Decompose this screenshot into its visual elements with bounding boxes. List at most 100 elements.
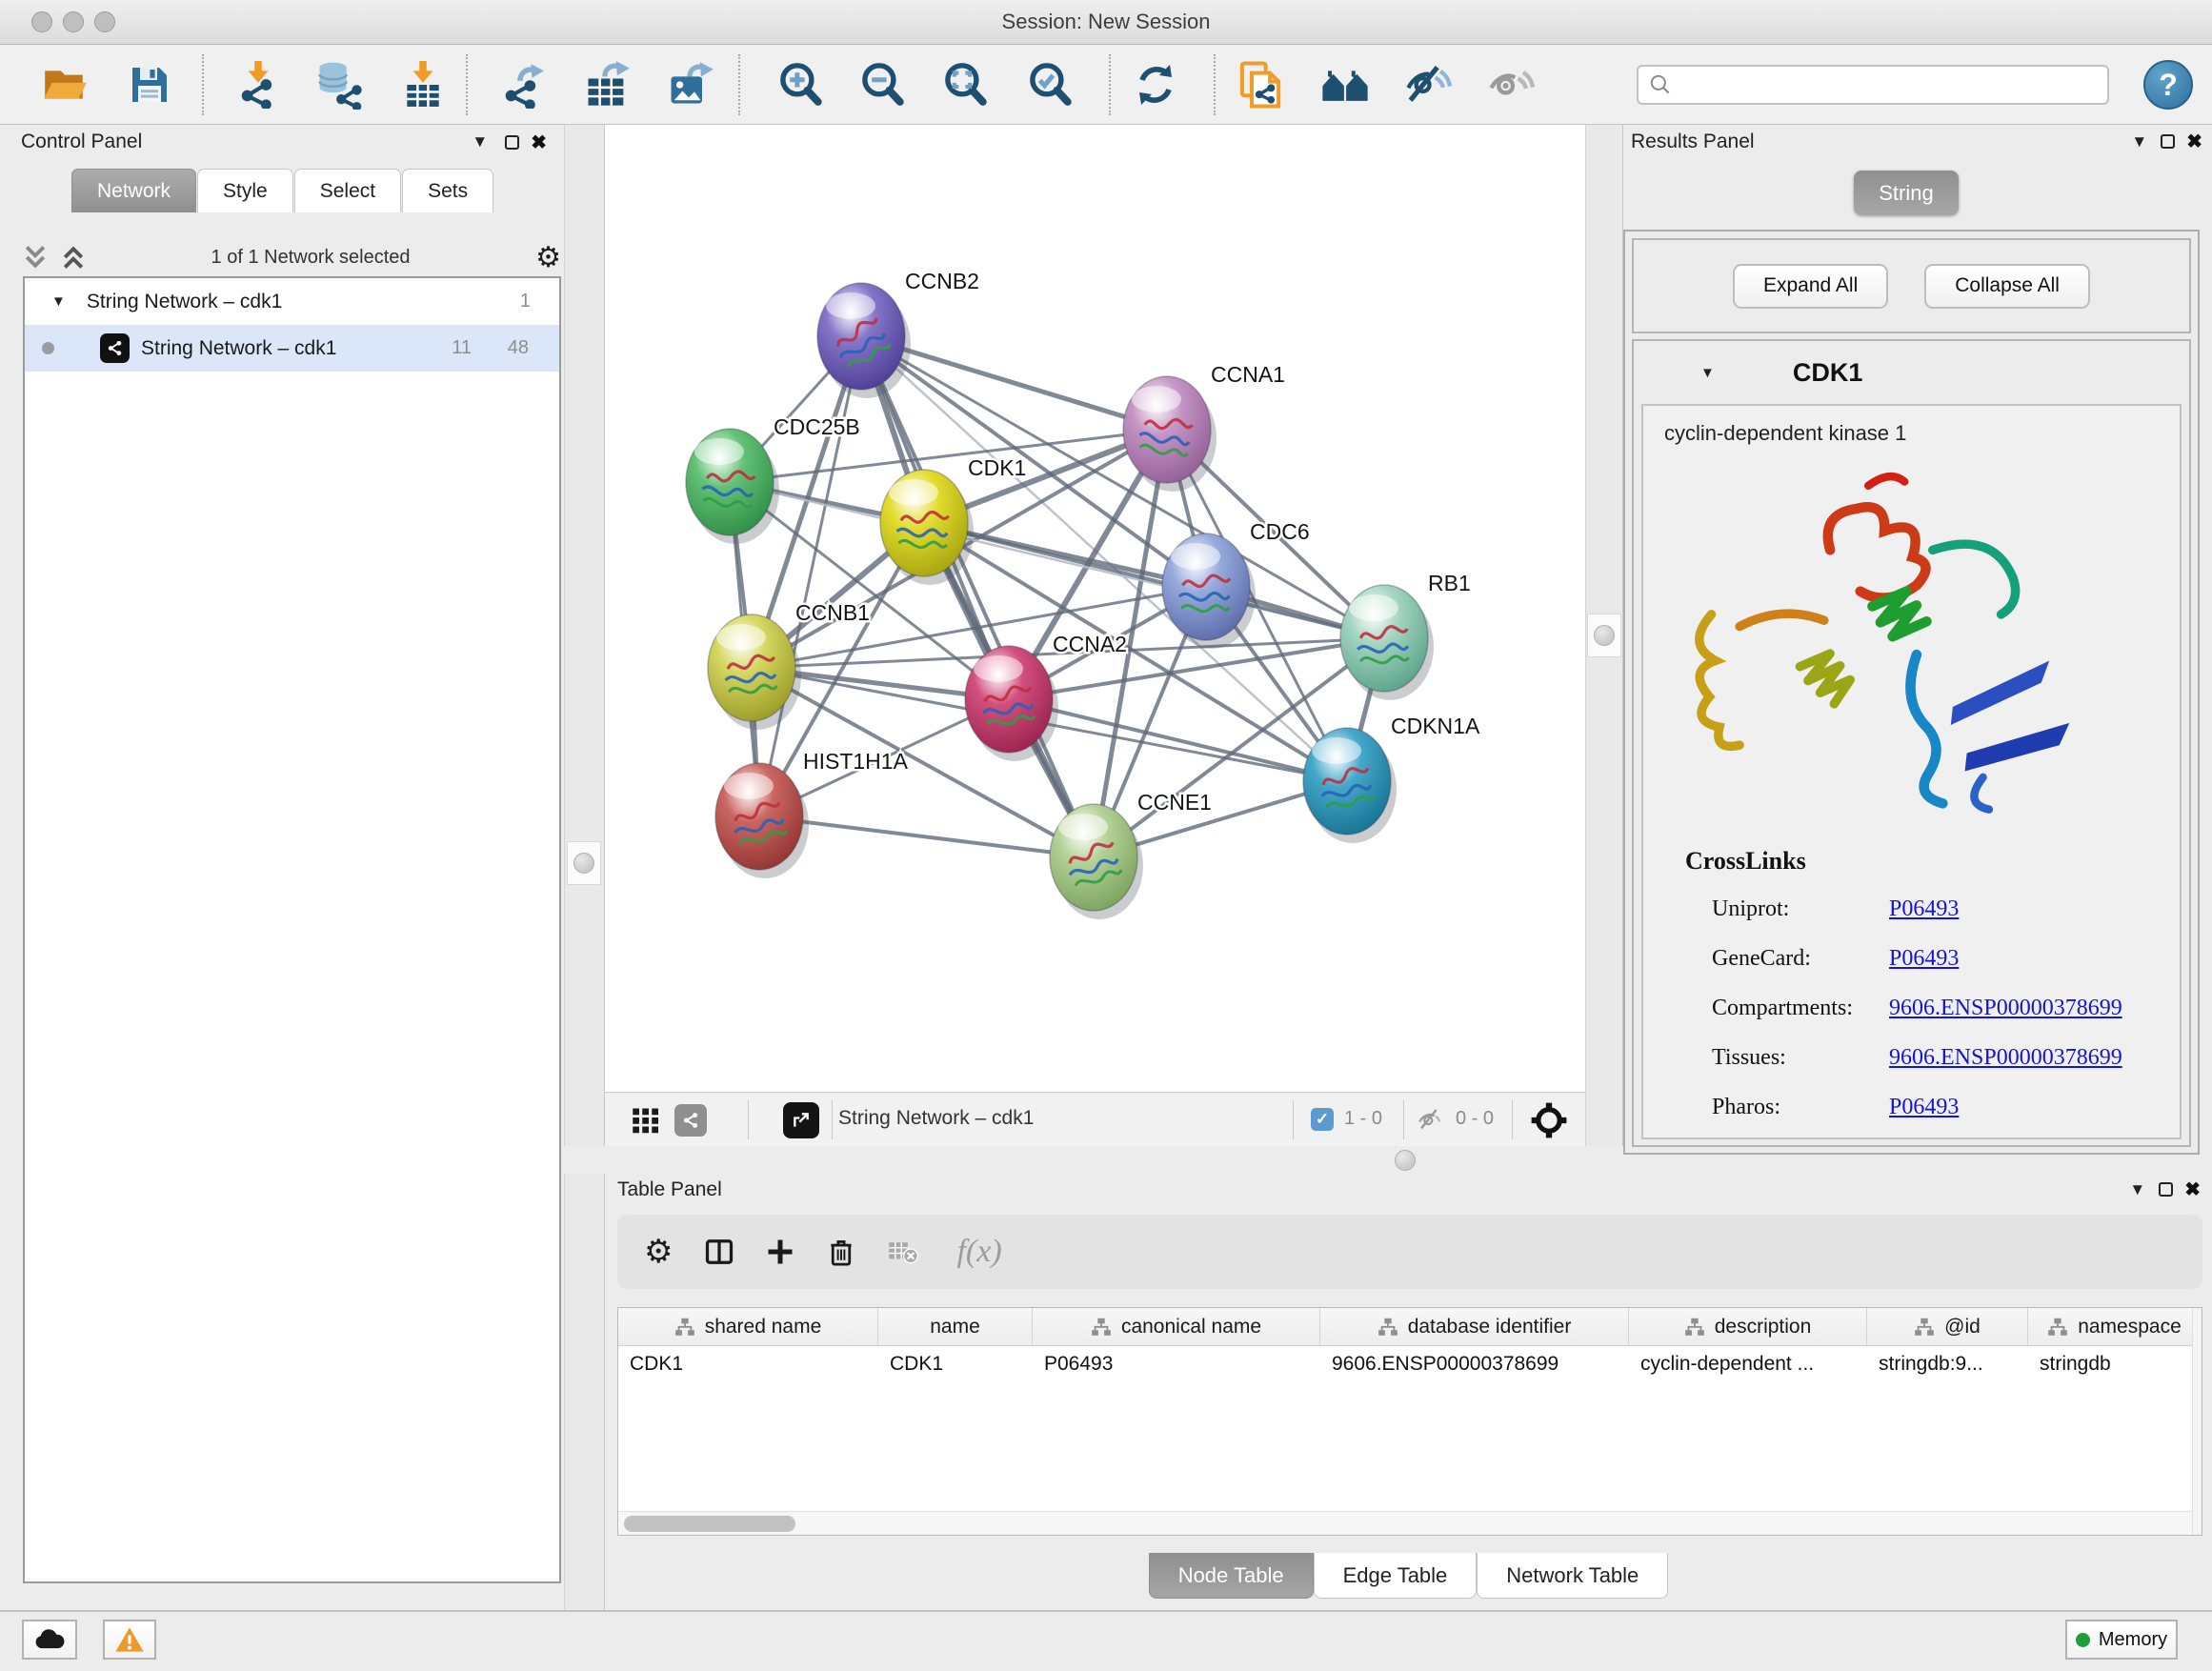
- column-header-shared-name[interactable]: shared name: [618, 1308, 878, 1345]
- detach-view-icon[interactable]: [783, 1102, 819, 1138]
- cell-namespace[interactable]: stringdb: [2028, 1346, 2202, 1384]
- tab-sets[interactable]: Sets: [402, 169, 493, 212]
- save-session-button[interactable]: [123, 58, 176, 111]
- zoom-in-button[interactable]: [774, 58, 827, 111]
- search-input[interactable]: [1680, 74, 2081, 96]
- tab-network[interactable]: Network: [71, 169, 196, 212]
- maximize-panel-icon[interactable]: [2161, 134, 2175, 149]
- zoom-selected-button[interactable]: [1023, 58, 1076, 111]
- zoom-fit-button[interactable]: [938, 58, 992, 111]
- function-builder-icon[interactable]: f(x): [956, 1234, 1001, 1270]
- scrollbar-thumb[interactable]: [624, 1516, 795, 1532]
- bottom-splitter-handle[interactable]: [1395, 1150, 1416, 1171]
- tab-select[interactable]: Select: [294, 169, 401, 212]
- import-network-button[interactable]: [231, 58, 285, 111]
- delete-table-icon[interactable]: [888, 1238, 918, 1265]
- node-CDK1[interactable]: CDK1: [880, 455, 1026, 585]
- export-network-button[interactable]: [495, 58, 549, 111]
- close-panel-icon[interactable]: ✖: [2184, 1178, 2201, 1201]
- birds-eye-crosshair-icon[interactable]: [1529, 1100, 1569, 1145]
- cell--id[interactable]: stringdb:9...: [1867, 1346, 2028, 1384]
- crosslink-link[interactable]: 9606.ENSP00000378699: [1889, 996, 2122, 1021]
- import-network-from-database-button[interactable]: [312, 58, 365, 111]
- tab-network-table[interactable]: Network Table: [1477, 1553, 1668, 1599]
- node-CCNE1[interactable]: CCNE1: [1050, 790, 1212, 919]
- column-header-database-identifier[interactable]: database identifier: [1320, 1308, 1629, 1345]
- float-panel-icon[interactable]: ▼: [472, 132, 488, 151]
- network-options-gear-icon[interactable]: ⚙: [535, 241, 561, 274]
- table-options-gear-icon[interactable]: ⚙: [644, 1233, 673, 1271]
- column-header--id[interactable]: @id: [1867, 1308, 2028, 1345]
- edge-CCNB2-HIST1H1A[interactable]: [759, 336, 861, 816]
- network-view-icon[interactable]: [674, 1104, 707, 1137]
- node-RB1[interactable]: RB1: [1340, 571, 1471, 700]
- export-image-button[interactable]: [663, 58, 716, 111]
- tab-edge-table[interactable]: Edge Table: [1314, 1553, 1478, 1599]
- maximize-panel-icon[interactable]: [505, 135, 519, 150]
- node-CCNA1[interactable]: CCNA1: [1123, 362, 1285, 492]
- show-columns-icon[interactable]: [705, 1238, 734, 1266]
- collapse-all-button[interactable]: Collapse All: [1924, 264, 2090, 309]
- edge-HIST1H1A-CCNE1[interactable]: [759, 816, 1094, 857]
- hidden-eye-icon[interactable]: [1417, 1105, 1445, 1138]
- column-header-description[interactable]: description: [1629, 1308, 1867, 1345]
- cell-shared-name[interactable]: CDK1: [618, 1346, 878, 1384]
- crosslink-link[interactable]: P06493: [1889, 1095, 1959, 1120]
- home-button[interactable]: [1318, 58, 1372, 111]
- clone-network-button[interactable]: [1234, 58, 1287, 111]
- delete-column-icon[interactable]: [827, 1237, 855, 1267]
- cell-description[interactable]: cyclin-dependent ...: [1629, 1346, 1867, 1384]
- grid-view-icon[interactable]: [631, 1106, 661, 1139]
- open-session-button[interactable]: [38, 58, 91, 111]
- float-panel-icon[interactable]: ▼: [2131, 132, 2147, 151]
- network-canvas[interactable]: CCNB2CCNA1CDC25BCDK1CDC6RB1CCNB1CCNA2CDK…: [605, 125, 1585, 1146]
- close-panel-icon[interactable]: ✖: [531, 131, 547, 154]
- tab-node-table[interactable]: Node Table: [1149, 1553, 1314, 1599]
- tab-string[interactable]: String: [1854, 171, 1959, 215]
- crosslink-link[interactable]: P06493: [1889, 896, 1959, 922]
- export-table-button[interactable]: [580, 58, 633, 111]
- node-CCNA2[interactable]: CCNA2: [965, 632, 1127, 761]
- horizontal-scrollbar[interactable]: [618, 1511, 2202, 1535]
- warnings-button[interactable]: [103, 1620, 156, 1660]
- add-column-icon[interactable]: [766, 1238, 794, 1266]
- maximize-panel-icon[interactable]: [2159, 1182, 2173, 1197]
- import-table-button[interactable]: [396, 58, 450, 111]
- toolbar-search[interactable]: [1637, 65, 2109, 105]
- expand-all-button[interactable]: Expand All: [1733, 264, 1888, 309]
- table-row[interactable]: CDK1CDK1P064939606.ENSP00000378699cyclin…: [618, 1346, 2202, 1384]
- collection-expand-icon[interactable]: ▼: [51, 293, 66, 310]
- zoom-out-button[interactable]: [855, 58, 909, 111]
- right-splitter-handle[interactable]: [1587, 614, 1621, 657]
- collapse-all-icon[interactable]: [23, 244, 48, 271]
- float-panel-icon[interactable]: ▼: [2129, 1180, 2145, 1199]
- node-CDC25B[interactable]: CDC25B: [686, 414, 860, 544]
- close-panel-icon[interactable]: ✖: [2186, 130, 2202, 153]
- column-header-namespace[interactable]: namespace: [2028, 1308, 2202, 1345]
- vertical-scrollbar[interactable]: [2192, 1308, 2202, 1535]
- cloud-button[interactable]: [22, 1620, 77, 1660]
- edge-CCNB2-CCNE1[interactable]: [861, 336, 1094, 857]
- expand-all-icon[interactable]: [61, 244, 86, 271]
- column-header-name[interactable]: name: [878, 1308, 1033, 1345]
- apply-layout-button[interactable]: [1129, 58, 1182, 111]
- selected-checkbox-icon[interactable]: ✓: [1311, 1108, 1334, 1131]
- node-HIST1H1A[interactable]: HIST1H1A: [715, 749, 909, 878]
- network-row-selected[interactable]: String Network – cdk1 11 48: [25, 325, 559, 372]
- network-graph[interactable]: CCNB2CCNA1CDC25BCDK1CDC6RB1CCNB1CCNA2CDK…: [605, 125, 1585, 1092]
- network-collection-row[interactable]: ▼ String Network – cdk1 1: [25, 278, 559, 325]
- node-CDKN1A[interactable]: CDKN1A: [1303, 714, 1480, 843]
- cell-database-identifier[interactable]: 9606.ENSP00000378699: [1320, 1346, 1629, 1384]
- tab-style[interactable]: Style: [197, 169, 293, 212]
- edge-CDK1-RB1[interactable]: [924, 523, 1384, 638]
- collapse-card-icon[interactable]: ▼: [1700, 365, 1715, 381]
- hide-selected-button[interactable]: [1401, 58, 1455, 111]
- memory-button[interactable]: Memory: [2065, 1620, 2178, 1660]
- column-header-canonical-name[interactable]: canonical name: [1033, 1308, 1320, 1345]
- crosslink-link[interactable]: 9606.ENSP00000378699: [1889, 1045, 2122, 1071]
- crosslink-link[interactable]: P06493: [1889, 946, 1959, 972]
- left-splitter-handle[interactable]: [567, 841, 601, 885]
- help-button[interactable]: ?: [2143, 60, 2193, 110]
- cell-name[interactable]: CDK1: [878, 1346, 1033, 1384]
- node-CCNB2[interactable]: CCNB2: [817, 269, 979, 398]
